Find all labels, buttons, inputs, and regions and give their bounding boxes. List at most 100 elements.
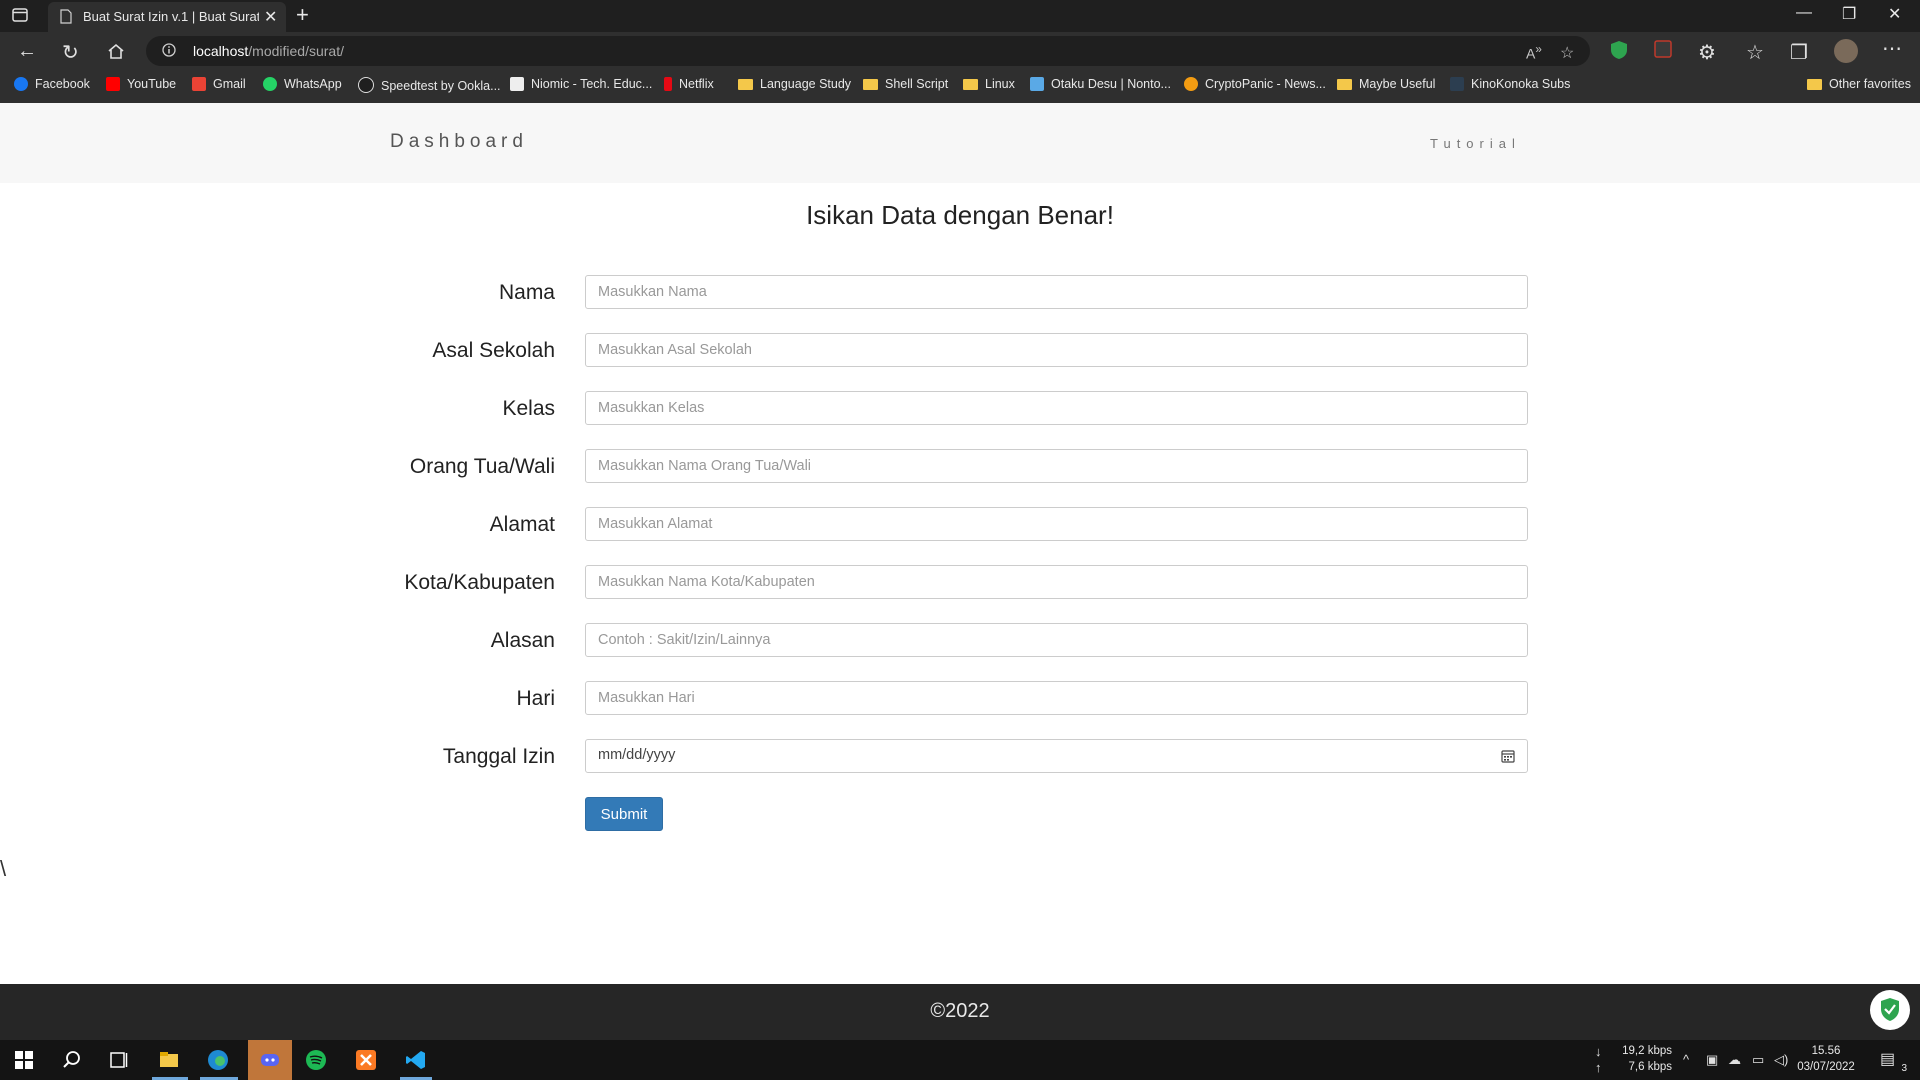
bookmark-item[interactable]: Otaku Desu | Nonto... — [1030, 77, 1171, 95]
taskbar: ↓ ↑ 19,2 kbps 7,6 kbps ^ ▣ ☁ ▭ ◁) 15.56 … — [0, 1040, 1920, 1080]
dashboard-link[interactable]: Dashboard — [390, 131, 528, 153]
bookmark-item[interactable]: Facebook — [14, 77, 90, 95]
more-options-icon[interactable]: ⋯ — [1882, 36, 1902, 61]
discord-taskbar-button[interactable] — [248, 1040, 292, 1080]
field-label: Tanggal Izin — [442, 745, 555, 768]
close-tab-icon[interactable]: ✕ — [264, 7, 277, 27]
alasan-input[interactable] — [585, 623, 1528, 657]
new-tab-button[interactable]: + — [296, 2, 309, 28]
youtube-icon — [106, 77, 120, 91]
windows-start-icon[interactable] — [13, 1049, 35, 1071]
site-header: Dashboard Tutorial — [0, 103, 1920, 183]
otakudesu-icon — [1030, 77, 1044, 91]
back-icon[interactable]: ← — [17, 40, 37, 63]
alamat-input[interactable] — [585, 507, 1528, 541]
netflix-icon — [664, 77, 672, 91]
shield-extension-icon[interactable] — [1610, 40, 1628, 60]
favorites-icon[interactable]: ☆ — [1746, 40, 1764, 65]
folder-icon — [738, 79, 753, 90]
bookmark-item[interactable]: Netflix — [664, 77, 714, 95]
form-row-asal-sekolah: Asal Sekolah — [0, 333, 1920, 367]
form-row-nama: Nama — [0, 275, 1920, 309]
bookmark-item[interactable]: Niomic - Tech. Educ... — [510, 77, 652, 95]
folder-icon — [1807, 79, 1822, 90]
form-row-tanggal: Tanggal Izin mm/dd/yyyy — [0, 739, 1920, 773]
bookmark-item[interactable]: WhatsApp — [263, 77, 342, 95]
asal-sekolah-input[interactable] — [585, 333, 1528, 367]
collections-icon[interactable]: ❐ — [1790, 40, 1808, 65]
profile-avatar[interactable] — [1834, 39, 1858, 63]
kelas-input[interactable] — [585, 391, 1528, 425]
meet-now-icon[interactable]: ▣ — [1706, 1052, 1718, 1068]
network-up-speed: 7,6 kbps — [1628, 1061, 1672, 1073]
form-row-hari: Hari — [0, 681, 1920, 715]
field-label: Orang Tua/Wali — [409, 455, 555, 478]
window-close-icon[interactable]: ✕ — [1888, 4, 1901, 24]
network-icon[interactable]: ▭ — [1752, 1052, 1764, 1068]
niomic-icon — [510, 77, 524, 91]
spotify-icon[interactable] — [305, 1049, 327, 1071]
tanggal-izin-input[interactable] — [585, 739, 1528, 773]
tab-actions-icon[interactable] — [12, 8, 28, 22]
folder-icon — [1337, 79, 1352, 90]
folder-icon — [863, 79, 878, 90]
refresh-icon[interactable]: ↻ — [62, 40, 79, 65]
clock-date[interactable]: 03/07/2022 — [1790, 1061, 1862, 1073]
hari-input[interactable] — [585, 681, 1528, 715]
address-bar[interactable]: localhost/modified/surat/ A» ☆ — [146, 36, 1590, 66]
tutorial-link[interactable]: Tutorial — [1430, 136, 1521, 151]
bookmark-item[interactable]: Language Study — [738, 77, 851, 95]
nama-input[interactable] — [585, 275, 1528, 309]
bookmark-item[interactable]: Speedtest by Ookla... — [358, 77, 501, 95]
discord-icon — [261, 1054, 279, 1066]
bookmark-item[interactable]: YouTube — [106, 77, 176, 95]
bookmark-item[interactable]: Shell Script — [863, 77, 948, 95]
edge-browser-icon[interactable] — [207, 1049, 229, 1071]
bookmark-item[interactable]: CryptoPanic - News... — [1184, 77, 1326, 95]
bookmark-item[interactable]: Linux — [963, 77, 1015, 95]
date-placeholder: mm/dd/yyyy — [598, 747, 676, 763]
volume-icon[interactable]: ◁) — [1774, 1052, 1788, 1068]
calendar-icon[interactable] — [1501, 749, 1515, 763]
field-label: Kota/Kabupaten — [404, 571, 555, 594]
address-row: ← ↻ localhost/modified/surat/ A» ☆ ⚙ ☆ ❐… — [0, 32, 1920, 70]
field-label: Nama — [498, 281, 555, 304]
search-icon[interactable] — [61, 1049, 83, 1071]
read-aloud-icon[interactable]: A» — [1526, 43, 1542, 62]
add-favorite-icon[interactable]: ☆ — [1560, 43, 1574, 63]
vscode-icon[interactable] — [405, 1049, 427, 1071]
browser-tab-bar: Buat Surat Izin v.1 | Buat Surat Izin ✕ … — [0, 0, 1920, 32]
field-label: Kelas — [502, 397, 555, 420]
submit-button[interactable]: Submit — [585, 797, 663, 831]
orang-tua-input[interactable] — [585, 449, 1528, 483]
form-row-kelas: Kelas — [0, 391, 1920, 425]
file-explorer-icon[interactable] — [158, 1049, 180, 1071]
download-arrow-icon: ↓ — [1595, 1044, 1602, 1059]
home-icon[interactable] — [107, 43, 125, 59]
onedrive-icon[interactable]: ☁ — [1728, 1052, 1741, 1068]
chevron-up-icon[interactable]: ^ — [1683, 1052, 1689, 1067]
kota-input[interactable] — [585, 565, 1528, 599]
bookmark-item[interactable]: Gmail — [192, 77, 246, 95]
gmail-icon — [192, 77, 206, 91]
task-view-icon[interactable] — [108, 1049, 130, 1071]
security-shield-icon[interactable] — [1870, 990, 1910, 1030]
copyright-text: ©2022 — [930, 1000, 990, 1022]
bookmark-item[interactable]: Maybe Useful — [1337, 77, 1435, 95]
network-down-speed: 19,2 kbps — [1622, 1045, 1672, 1057]
clock-time[interactable]: 15.56 — [1790, 1045, 1862, 1057]
upload-arrow-icon: ↑ — [1595, 1060, 1602, 1075]
xampp-icon[interactable] — [355, 1049, 377, 1071]
notifications-icon[interactable]: ▤ — [1880, 1049, 1895, 1069]
other-favorites[interactable]: Other favorites — [1807, 77, 1911, 95]
facebook-icon — [14, 77, 28, 91]
notification-count: 3 — [1901, 1063, 1907, 1074]
site-info-icon[interactable] — [162, 43, 176, 57]
restore-icon[interactable]: ❐ — [1842, 4, 1856, 24]
extension-icon[interactable] — [1654, 40, 1672, 58]
minimize-icon[interactable]: — — [1796, 4, 1812, 22]
bookmark-item[interactable]: KinoKonoka Subs — [1450, 77, 1570, 95]
field-label: Alasan — [490, 629, 555, 652]
extensions-puzzle-icon[interactable]: ⚙ — [1698, 40, 1716, 65]
browser-tab[interactable]: Buat Surat Izin v.1 | Buat Surat Izin ✕ — [48, 2, 286, 32]
